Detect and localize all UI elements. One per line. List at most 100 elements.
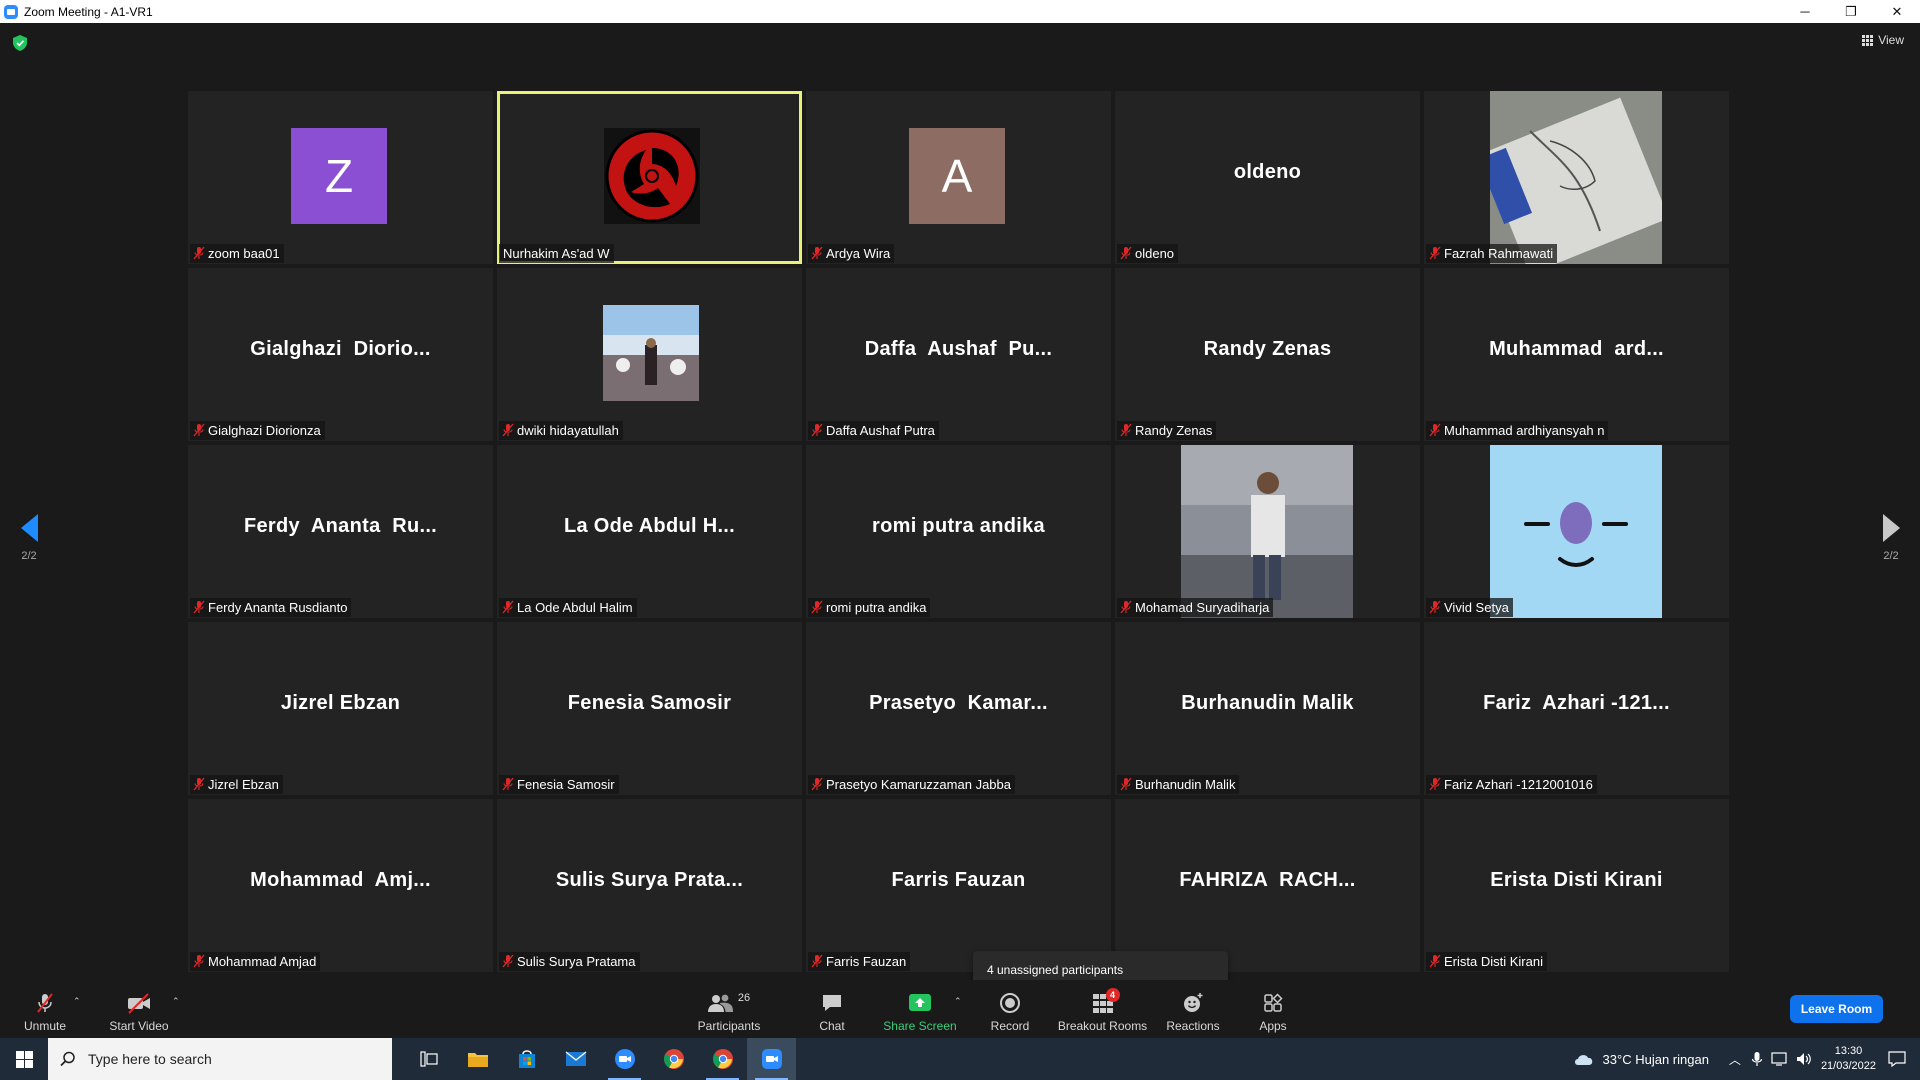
participant-display-name: Gialghazi Diorio...: [250, 338, 431, 360]
weather-cloud-icon: [1574, 1055, 1592, 1065]
sharingan-avatar-icon: [604, 128, 700, 224]
participant-tile[interactable]: Mohammad Amj... Mohammad Amjad: [188, 799, 493, 972]
participant-tile[interactable]: Gialghazi Diorio... Gialghazi Diorionza: [188, 268, 493, 441]
leave-room-button[interactable]: Leave Room: [1790, 995, 1883, 1023]
participant-tile[interactable]: Prasetyo Kamar... Prasetyo Kamaruzzaman J…: [806, 622, 1111, 795]
muted-mic-icon: [1429, 600, 1441, 614]
view-label: View: [1878, 33, 1904, 47]
restore-button[interactable]: ❐: [1828, 0, 1874, 23]
file-explorer-button[interactable]: [453, 1038, 502, 1080]
participant-name-label: Ardya Wira: [808, 244, 895, 263]
sketch-photo: [1490, 91, 1662, 264]
reactions-button[interactable]: Reactions: [1163, 980, 1223, 1038]
participant-tile[interactable]: A Ardya Wira: [806, 91, 1111, 264]
participant-tile[interactable]: romi putra andika romi putra andika: [806, 445, 1111, 618]
notifications-icon[interactable]: [1888, 1051, 1906, 1067]
participant-tile[interactable]: oldeno oldeno: [1115, 91, 1420, 264]
participant-name-label: Sulis Surya Pratama: [499, 952, 640, 971]
participant-name: Burhanudin Malik: [1135, 777, 1236, 792]
previous-page-button[interactable]: 2/2: [9, 514, 49, 562]
breakout-rooms-button[interactable]: 4 Breakout Rooms: [1055, 980, 1150, 1038]
participant-tile[interactable]: Daffa Aushaf Pu... Daffa Aushaf Putra: [806, 268, 1111, 441]
unmute-button[interactable]: Unmute: [20, 980, 70, 1038]
participant-tile[interactable]: Vivid Setya: [1424, 445, 1729, 618]
weather-text[interactable]: 33°C Hujan ringan: [1603, 1052, 1709, 1067]
unmute-label: Unmute: [23, 1019, 67, 1033]
participant-tile[interactable]: Mohamad Suryadiharja: [1115, 445, 1420, 618]
participants-button[interactable]: 26 Participants: [694, 980, 764, 1038]
tray-chevron-icon[interactable]: ︿: [1729, 1051, 1741, 1068]
mail-button[interactable]: [551, 1038, 600, 1080]
muted-mic-icon: [502, 600, 514, 614]
participant-name: Muhammad ardhiyansyah n: [1444, 423, 1605, 438]
participant-tile[interactable]: Erista Disti Kirani Erista Disti Kirani: [1424, 799, 1729, 972]
muted-mic-icon: [1429, 777, 1441, 791]
clock-time: 13:30: [1834, 1045, 1863, 1057]
participant-tile[interactable]: dwiki hidayatullah: [497, 268, 802, 441]
share-options-caret-icon[interactable]: ⌃: [954, 996, 962, 1007]
participant-tile[interactable]: Fariz Azhari -121... Fariz Azhari -121200…: [1424, 622, 1729, 795]
view-button[interactable]: View: [1862, 33, 1904, 47]
participant-tile[interactable]: Fazrah Rahmawati: [1424, 91, 1729, 264]
record-button[interactable]: Record: [985, 980, 1035, 1038]
participant-display-name: Burhanudin Malik: [1181, 692, 1354, 714]
minimize-button[interactable]: ─: [1782, 0, 1828, 23]
participant-tile[interactable]: Ferdy Ananta Ru... Ferdy Ananta Rusdianto: [188, 445, 493, 618]
muted-mic-icon: [37, 993, 53, 1013]
windows-taskbar: Type here to search 33°C Hujan ringan ︿ …: [0, 1038, 1920, 1080]
encryption-shield-icon[interactable]: [13, 35, 27, 51]
video-options-caret-icon[interactable]: ⌃: [172, 996, 180, 1007]
chrome-button[interactable]: [649, 1038, 698, 1080]
participant-name-label: Ferdy Ananta Rusdianto: [190, 598, 352, 617]
network-icon[interactable]: [1771, 1051, 1789, 1067]
apps-button[interactable]: Apps: [1253, 980, 1293, 1038]
chrome-profile-button[interactable]: [698, 1038, 747, 1080]
participant-tile[interactable]: Sulis Surya Prata... Sulis Surya Pratama: [497, 799, 802, 972]
participant-tile[interactable]: Muhammad ard... Muhammad ardhiyansyah n: [1424, 268, 1729, 441]
zoom-meeting-taskbar-button[interactable]: [747, 1038, 796, 1080]
participant-tile[interactable]: Farris Fauzan Farris Fauzan: [806, 799, 1111, 972]
audio-options-caret-icon[interactable]: ⌃: [73, 996, 81, 1007]
participant-tile[interactable]: Randy Zenas Randy Zenas: [1115, 268, 1420, 441]
zoom-app-taskbar-button[interactable]: [600, 1038, 649, 1080]
participant-tile[interactable]: Zzoom baa01: [188, 91, 493, 264]
participant-display-name: Jizrel Ebzan: [280, 692, 401, 714]
participant-tile[interactable]: Jizrel Ebzan Jizrel Ebzan: [188, 622, 493, 795]
microphone-icon[interactable]: [1751, 1051, 1763, 1067]
participant-display-name: Erista Disti Kirani: [1490, 869, 1663, 891]
page-indicator-left: 2/2: [21, 550, 37, 562]
participant-display-name: FAHRIZA RACH...: [1179, 869, 1356, 891]
participant-name-label: La Ode Abdul Halim: [499, 598, 637, 617]
start-button[interactable]: [0, 1038, 48, 1080]
store-icon: [518, 1050, 535, 1068]
muted-mic-icon: [811, 600, 823, 614]
participant-name: romi putra andika: [826, 600, 927, 615]
store-button[interactable]: [502, 1038, 551, 1080]
task-view-button[interactable]: [404, 1038, 453, 1080]
taskbar-search-box[interactable]: Type here to search: [48, 1038, 392, 1080]
participant-name-label: Mohammad Amjad: [190, 952, 321, 971]
participant-name: dwiki hidayatullah: [517, 423, 619, 438]
participant-tile[interactable]: La Ode Abdul H... La Ode Abdul Halim: [497, 445, 802, 618]
volume-icon[interactable]: [1795, 1051, 1813, 1067]
participant-tile[interactable]: Nurhakim As'ad W: [497, 91, 802, 264]
participant-tile[interactable]: FAHRIZA RACH...MAN: [1115, 799, 1420, 972]
page-indicator-right: 2/2: [1883, 550, 1899, 562]
muted-mic-icon: [1120, 600, 1132, 614]
share-screen-button[interactable]: Share Screen: [880, 980, 960, 1038]
participant-display-name: oldeno: [1233, 161, 1302, 183]
start-video-button[interactable]: Start Video: [104, 980, 174, 1038]
participant-name-label: Fenesia Samosir: [499, 775, 619, 794]
participant-name: Erista Disti Kirani: [1444, 954, 1543, 969]
meeting-toolbar: Unmute ⌃ Start Video ⌃ 26 Participants C…: [0, 980, 1920, 1038]
participant-tile[interactable]: Fenesia Samosir Fenesia Samosir: [497, 622, 802, 795]
participant-name-label: Vivid Setya: [1426, 598, 1513, 617]
chat-button[interactable]: Chat: [807, 980, 857, 1038]
participant-name: Nurhakim As'ad W: [503, 246, 610, 261]
clock[interactable]: 13:30 21/03/2022: [1821, 1044, 1876, 1074]
next-page-button[interactable]: 2/2: [1871, 514, 1911, 562]
close-button[interactable]: ✕: [1874, 0, 1920, 23]
participant-name: Gialghazi Diorionza: [208, 423, 321, 438]
participant-name-label: Fazrah Rahmawati: [1426, 244, 1558, 263]
participant-tile[interactable]: Burhanudin Malik Burhanudin Malik: [1115, 622, 1420, 795]
